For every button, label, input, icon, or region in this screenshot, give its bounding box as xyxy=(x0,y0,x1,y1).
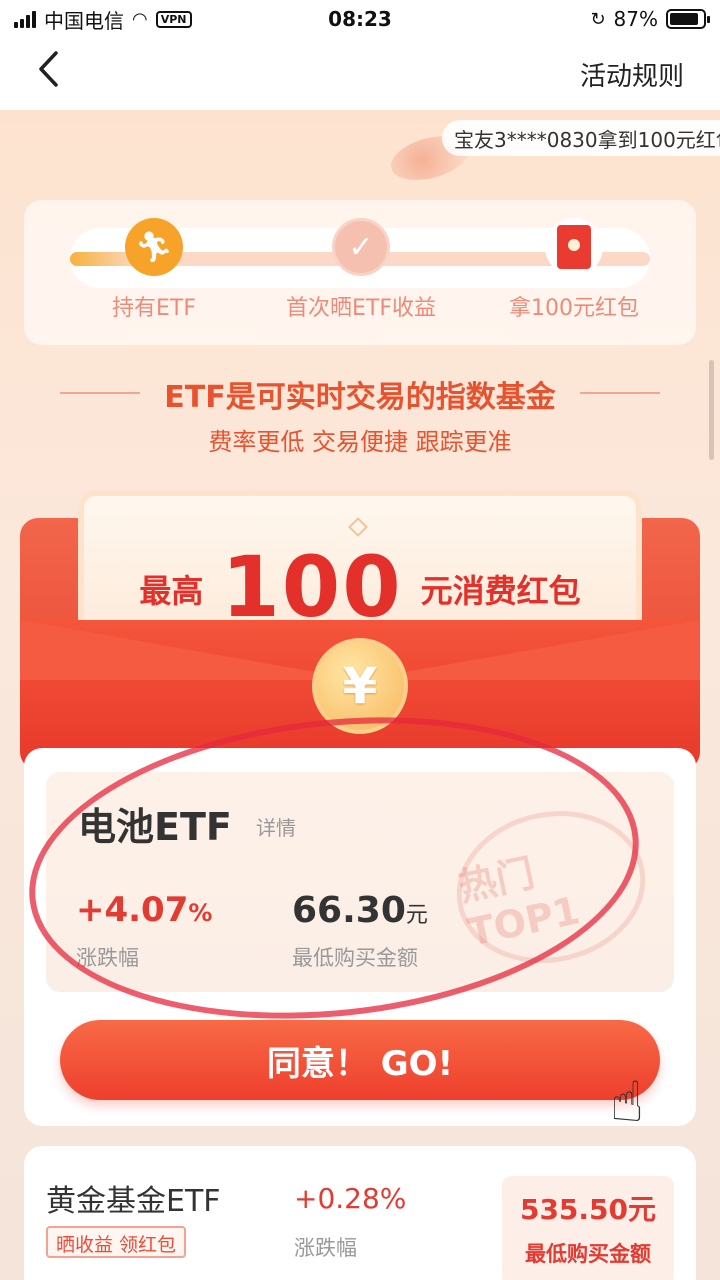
wifi-icon: ◠ xyxy=(132,8,148,30)
chevron-left-icon xyxy=(39,51,58,87)
status-bar: 中国电信 ◠ VPN 08:23 ↻ 87% xyxy=(0,0,720,38)
change-label: 涨跌幅 xyxy=(76,946,139,970)
agree-go-button[interactable]: 同意！ GO! xyxy=(60,1020,660,1100)
min-number: 66.30 xyxy=(292,890,406,931)
battery-icon xyxy=(666,9,710,29)
hot-top1-stamp: 热门TOP1 xyxy=(442,793,660,981)
step-hold-etf: 🏃︎ 持有ETF xyxy=(64,218,244,322)
product2-min-box: 535.50元 最低购买金额 xyxy=(502,1176,674,1280)
min-purchase-label: 最低购买金额 xyxy=(292,946,418,970)
red-envelope-icon xyxy=(545,218,603,276)
product-card-gold[interactable]: 黄金基金ETF 晒收益 领红包 +0.28% 涨跌幅 535.50元 最低购买金… xyxy=(24,1146,696,1280)
page-content: 宝友3****0830拿到100元红包 🏃︎ 持有ETF ✓ 首次晒ETF收益 … xyxy=(0,110,720,1280)
battery-fill xyxy=(670,13,698,25)
product-name: 电池ETF xyxy=(78,805,232,849)
step-label: 拿100元红包 xyxy=(509,296,639,321)
change-unit: % xyxy=(188,899,213,927)
product2-change: +0.28% xyxy=(294,1182,407,1215)
product2-min-value: 535.50元 xyxy=(519,1193,657,1226)
battery-percent: 87% xyxy=(613,7,658,31)
step-label: 持有ETF xyxy=(112,296,196,321)
min-unit: 元 xyxy=(405,903,428,928)
back-button[interactable] xyxy=(36,49,66,99)
runner-icon: 🏃︎ xyxy=(125,218,183,276)
promo-prefix: 最高 xyxy=(139,572,204,610)
pointing-hand-icon: ☝ xyxy=(610,1070,645,1135)
product-detail-link[interactable]: 详情 xyxy=(256,812,296,841)
check-icon: ✓ xyxy=(332,218,390,276)
min-purchase-value: 66.30元 xyxy=(292,890,428,931)
status-time: 08:23 xyxy=(328,7,392,31)
carrier-label: 中国电信 xyxy=(44,8,124,33)
status-right: ↻ 87% xyxy=(466,7,710,31)
product-card: 电池ETF 详情 热门TOP1 +4.07% 涨跌幅 66.30元 最低购买金额… xyxy=(24,748,696,1126)
rotation-lock-icon: ↻ xyxy=(590,8,606,30)
activity-rules-link[interactable]: 活动规则 xyxy=(580,56,684,93)
step-get-redpacket: 拿100元红包 xyxy=(484,218,664,322)
change-number: +4.07 xyxy=(76,890,189,930)
promo-suffix: 元消费红包 xyxy=(420,572,581,610)
step-label: 首次晒ETF收益 xyxy=(286,296,436,321)
vpn-badge: VPN xyxy=(155,10,192,28)
step-share-profit: ✓ 首次晒ETF收益 xyxy=(271,218,451,322)
status-left: 中国电信 ◠ VPN xyxy=(14,5,294,34)
product2-name: 黄金基金ETF xyxy=(46,1184,221,1219)
scrollbar[interactable] xyxy=(709,360,714,460)
change-value: +4.07% xyxy=(76,890,212,930)
winner-ticker: 宝友3****0830拿到100元红包 xyxy=(442,120,720,156)
signal-icon xyxy=(14,10,36,28)
progress-card: 🏃︎ 持有ETF ✓ 首次晒ETF收益 拿100元红包 xyxy=(24,200,696,345)
nav-bar: 活动规则 xyxy=(0,38,720,110)
product-info-panel: 电池ETF 详情 热门TOP1 +4.07% 涨跌幅 66.30元 最低购买金额 xyxy=(46,772,674,992)
yuan-coin-icon: ¥ xyxy=(312,638,408,734)
slogan-subtitle: 费率更低 交易便捷 跟踪更准 xyxy=(208,428,512,456)
slogan-title: ETF是可实时交易的指数基金 xyxy=(0,372,720,416)
product2-tag[interactable]: 晒收益 领红包 xyxy=(46,1226,187,1258)
product2-min-label: 最低购买金额 xyxy=(525,1242,651,1266)
product2-change-label: 涨跌幅 xyxy=(294,1236,357,1260)
